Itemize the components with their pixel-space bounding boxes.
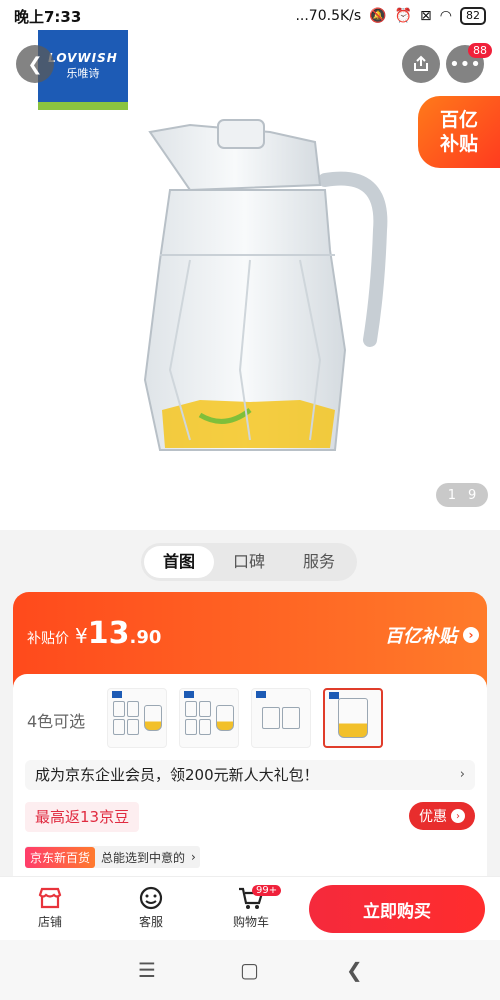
customer-service-icon — [126, 883, 176, 913]
coupon-label: 优惠 — [419, 809, 447, 825]
variant-option-1[interactable] — [107, 688, 167, 748]
glass-pitcher-image — [143, 119, 388, 451]
sim-icon: ⊠ — [420, 8, 432, 24]
brand-logo-text-cn: 乐唯诗 — [66, 67, 100, 80]
chevron-right-icon: › — [463, 627, 479, 643]
brand-tag — [256, 691, 266, 698]
store-icon — [25, 883, 75, 913]
customer-service-label: 客服 — [138, 915, 163, 929]
subsidy-tag-line1: 百亿 — [439, 109, 478, 131]
purchase-options-panel: 4色可选 成为京东企业会员，领200元新人大礼包！ › 最高返13京豆 优惠 ›… — [13, 674, 487, 892]
tab-main-image[interactable]: 首图 — [144, 546, 214, 578]
menu-icon[interactable]: ☰ — [138, 958, 156, 982]
brand-tag — [184, 691, 194, 698]
buy-now-button[interactable]: 立即购买 — [309, 885, 485, 933]
status-time: 晚上7:33 — [14, 7, 82, 26]
price-integer: 13 — [87, 616, 130, 651]
tab-service[interactable]: 服务 — [284, 546, 354, 578]
chevron-right-icon: › — [451, 809, 465, 823]
back-nav-icon[interactable]: ❮ — [346, 958, 363, 982]
subsidy-banner-text: 百亿补贴 — [385, 626, 457, 647]
cart-badge: 99+ — [252, 885, 282, 896]
battery-icon: 82 — [460, 7, 486, 25]
mute-icon: 🔕 — [369, 8, 387, 24]
gallery-pager: 1 9 — [436, 483, 488, 507]
department-store-row[interactable]: 京东新百货 总能选到中意的 › — [25, 846, 200, 868]
share-icon — [414, 55, 428, 71]
share-button[interactable] — [402, 45, 440, 83]
brand-logo-text-en: LOVWISH — [48, 51, 118, 65]
department-store-badge: 京东新百货 — [25, 846, 96, 868]
status-icons: ...70.5K/s 🔕 ⏰ ⊠ ◠ 82 — [295, 7, 486, 25]
enterprise-member-row[interactable]: 成为京东企业会员，领200元新人大礼包！ › — [25, 760, 475, 790]
price-currency: ¥ — [75, 624, 88, 648]
member-text: 成为京东企业会员，领200元新人大礼包！ — [35, 766, 319, 784]
subsidy-banner[interactable]: 百亿补贴 › — [385, 622, 479, 648]
price-row: 补贴价 ¥ 13 .90 — [27, 616, 161, 651]
notification-badge: 88 — [468, 43, 492, 58]
chevron-right-icon: › — [191, 850, 196, 864]
gallery-total: 9 — [468, 487, 477, 503]
variants-label: 4色可选 — [27, 712, 86, 731]
pitcher-thumbnail — [338, 698, 368, 738]
bottom-action-bar: 店铺 客服 99+ 购物车 立即购买 — [0, 876, 500, 940]
coupon-button[interactable]: 优惠 › — [409, 802, 475, 830]
content-tabs: 首图 口碑 服务 — [141, 543, 357, 581]
pitcher-thumbnail — [144, 705, 162, 731]
glass-set-thumbnail — [184, 700, 216, 736]
brand-tag — [329, 692, 339, 699]
status-bar: 晚上7:33 ...70.5K/s 🔕 ⏰ ⊠ ◠ 82 — [0, 0, 500, 32]
cart-button[interactable]: 99+ 购物车 — [226, 883, 282, 930]
tab-reviews[interactable]: 口碑 — [214, 546, 284, 578]
department-store-text: 总能选到中意的 — [101, 850, 186, 865]
chevron-left-icon: ❮ — [27, 53, 43, 75]
back-button[interactable]: ❮ — [16, 45, 54, 83]
network-speed: ...70.5K/s — [295, 8, 362, 24]
subsidy-corner-tag[interactable]: 百亿 补贴 — [418, 96, 500, 168]
store-label: 店铺 — [37, 915, 62, 929]
brand-tag — [112, 691, 122, 698]
glass-set-thumbnail — [112, 700, 144, 736]
variant-option-3[interactable] — [251, 688, 311, 748]
price-decimal: .90 — [129, 627, 162, 648]
variant-option-2[interactable] — [179, 688, 239, 748]
chevron-right-icon: › — [459, 767, 465, 782]
variant-option-4[interactable] — [323, 688, 383, 748]
home-icon[interactable]: ▢ — [240, 958, 259, 982]
price-card: 补贴价 ¥ 13 .90 百亿补贴 › 4色可选 成为京东企业会员，领200元新… — [13, 592, 487, 892]
beans-rebate-tag: 最高返13京豆 — [25, 802, 140, 832]
store-button[interactable]: 店铺 — [25, 883, 75, 930]
wifi-icon: ◠ — [439, 8, 452, 24]
price-label: 补贴价 — [27, 631, 69, 647]
alarm-icon: ⏰ — [394, 8, 413, 24]
system-navigation-bar: ☰ ▢ ❮ — [0, 940, 500, 1000]
gallery-current: 1 — [447, 487, 456, 503]
subsidy-tag-line2: 补贴 — [439, 133, 478, 155]
customer-service-button[interactable]: 客服 — [126, 883, 176, 930]
pitcher-thumbnail — [216, 705, 234, 731]
cart-label: 购物车 — [232, 915, 269, 929]
